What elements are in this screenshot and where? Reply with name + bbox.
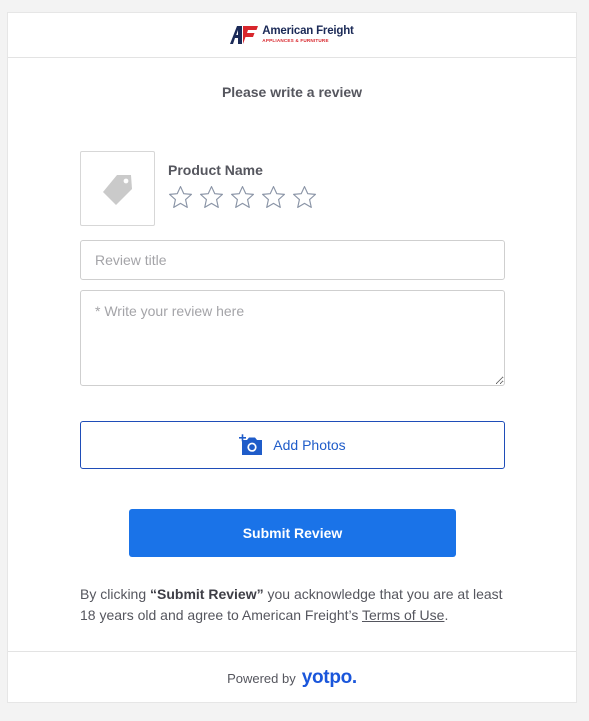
legal-disclaimer: By clicking “Submit Review” you acknowle…	[80, 584, 510, 626]
product-name: Product Name	[168, 162, 263, 178]
footer: Powered by yotpo.	[8, 651, 576, 704]
brand-logo-mark	[230, 26, 259, 44]
legal-bold: “Submit Review”	[150, 586, 264, 602]
review-title-input[interactable]	[80, 240, 505, 280]
tag-icon	[102, 174, 132, 205]
powered-by-label: Powered by	[227, 670, 296, 686]
camera-plus-icon	[239, 434, 263, 455]
terms-of-use-link[interactable]: Terms of Use	[362, 607, 444, 623]
star-3-icon[interactable]	[230, 185, 255, 210]
review-body-textarea[interactable]	[80, 290, 505, 386]
header: American Freight APPLIANCES & FURNITURE	[8, 13, 576, 58]
legal-prefix: By clicking	[80, 586, 151, 602]
legal-suffix: .	[444, 607, 449, 623]
add-photos-label: Add Photos	[273, 437, 346, 453]
star-rating[interactable]	[168, 185, 317, 210]
add-photos-button[interactable]: Add Photos	[80, 421, 505, 469]
product-image	[80, 151, 155, 226]
yotpo-logo[interactable]: yotpo.	[302, 667, 358, 689]
form-subtitle: Please write a review	[221, 84, 363, 100]
review-form-card: American Freight APPLIANCES & FURNITURE …	[7, 12, 577, 703]
brand-logo: American Freight APPLIANCES & FURNITURE	[230, 25, 354, 44]
star-4-icon[interactable]	[261, 185, 286, 210]
star-2-icon[interactable]	[199, 185, 224, 210]
star-1-icon[interactable]	[168, 185, 193, 210]
brand-tagline: APPLIANCES & FURNITURE	[262, 37, 329, 43]
submit-review-button[interactable]: Submit Review	[129, 509, 456, 557]
brand-name: American Freight	[262, 25, 354, 38]
product-summary: Product Name	[80, 151, 317, 226]
star-5-icon[interactable]	[292, 185, 317, 210]
